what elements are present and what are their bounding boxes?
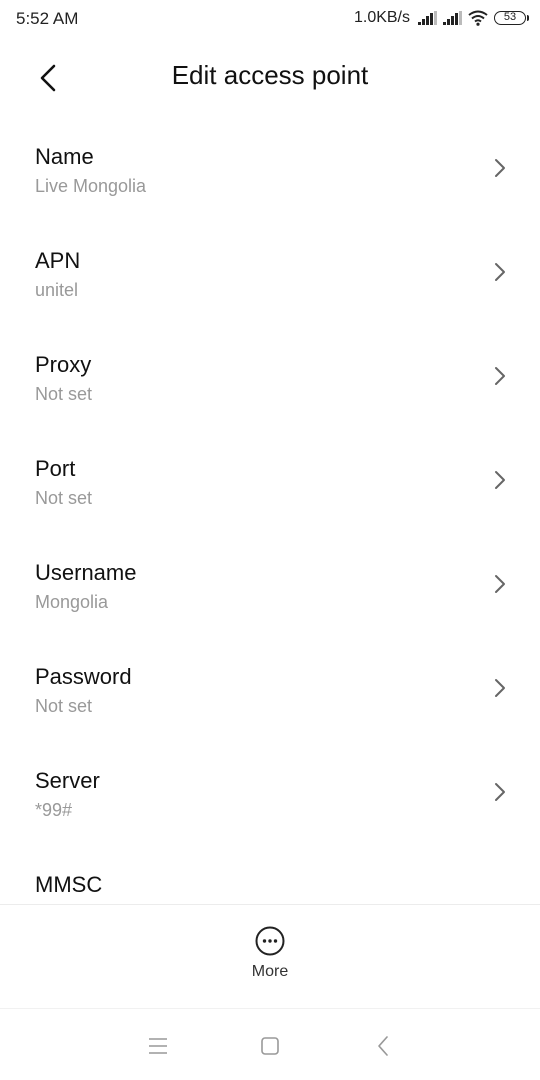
setting-title: Proxy: [35, 352, 92, 377]
signal-icon: [418, 11, 437, 25]
network-speed: 1.0KB/s: [353, 9, 410, 26]
setting-item-name[interactable]: Name Live Mongolia: [0, 120, 540, 224]
setting-title: Server: [35, 768, 100, 793]
navigation-bar: [0, 1008, 540, 1080]
setting-item-username[interactable]: Username Mongolia: [0, 536, 540, 640]
setting-value: *99#: [35, 800, 73, 820]
page-title: Edit access point: [171, 60, 369, 90]
settings-list: Name Live Mongolia APN unitel Proxy Not …: [0, 120, 540, 904]
nav-menu-button[interactable]: [143, 1031, 173, 1061]
chevron-right-icon: [495, 471, 505, 489]
chevron-right-icon: [495, 783, 505, 801]
more-label: More: [251, 963, 289, 980]
setting-title: Password: [35, 664, 132, 689]
setting-item-mmsc[interactable]: MMSC: [0, 848, 540, 904]
app-header: Edit access point: [0, 50, 540, 104]
setting-title: Port: [35, 456, 76, 481]
phone-screen: 5:52 AM 1.0KB/s 53 Edit access point Nam…: [0, 0, 540, 1080]
more-button[interactable]: More: [220, 925, 320, 995]
chevron-right-icon: [495, 367, 505, 385]
setting-value: Not set: [35, 384, 93, 404]
more-circle-icon: [255, 926, 285, 956]
nav-back-icon: [378, 1036, 388, 1056]
setting-item-password[interactable]: Password Not set: [0, 640, 540, 744]
nav-back-button[interactable]: [368, 1031, 398, 1061]
setting-title: Username: [35, 560, 137, 585]
status-time: 5:52 AM: [16, 9, 79, 28]
home-square-icon: [261, 1037, 279, 1055]
setting-value: Mongolia: [35, 592, 109, 612]
setting-item-proxy[interactable]: Proxy Not set: [0, 328, 540, 432]
action-bar: More: [0, 904, 540, 1009]
chevron-right-icon: [495, 263, 505, 281]
setting-title: MMSC: [35, 872, 103, 897]
setting-value: Not set: [35, 696, 93, 716]
battery-icon: 53: [494, 11, 529, 25]
menu-icon: [149, 1038, 167, 1054]
wifi-icon: [468, 10, 488, 26]
setting-item-port[interactable]: Port Not set: [0, 432, 540, 536]
signal-icon-2: [443, 11, 462, 25]
setting-title: Name: [35, 144, 94, 169]
setting-title: APN: [35, 248, 81, 273]
setting-item-server[interactable]: Server *99#: [0, 744, 540, 848]
chevron-right-icon: [495, 575, 505, 593]
chevron-right-icon: [495, 159, 505, 177]
setting-value: unitel: [35, 280, 79, 300]
chevron-right-icon: [495, 679, 505, 697]
setting-item-apn[interactable]: APN unitel: [0, 224, 540, 328]
nav-home-button[interactable]: [255, 1031, 285, 1061]
setting-value: Not set: [35, 488, 93, 508]
setting-value: Live Mongolia: [35, 176, 147, 196]
status-bar: 5:52 AM 1.0KB/s 53: [0, 0, 540, 36]
status-indicators: 1.0KB/s 53: [353, 8, 529, 28]
